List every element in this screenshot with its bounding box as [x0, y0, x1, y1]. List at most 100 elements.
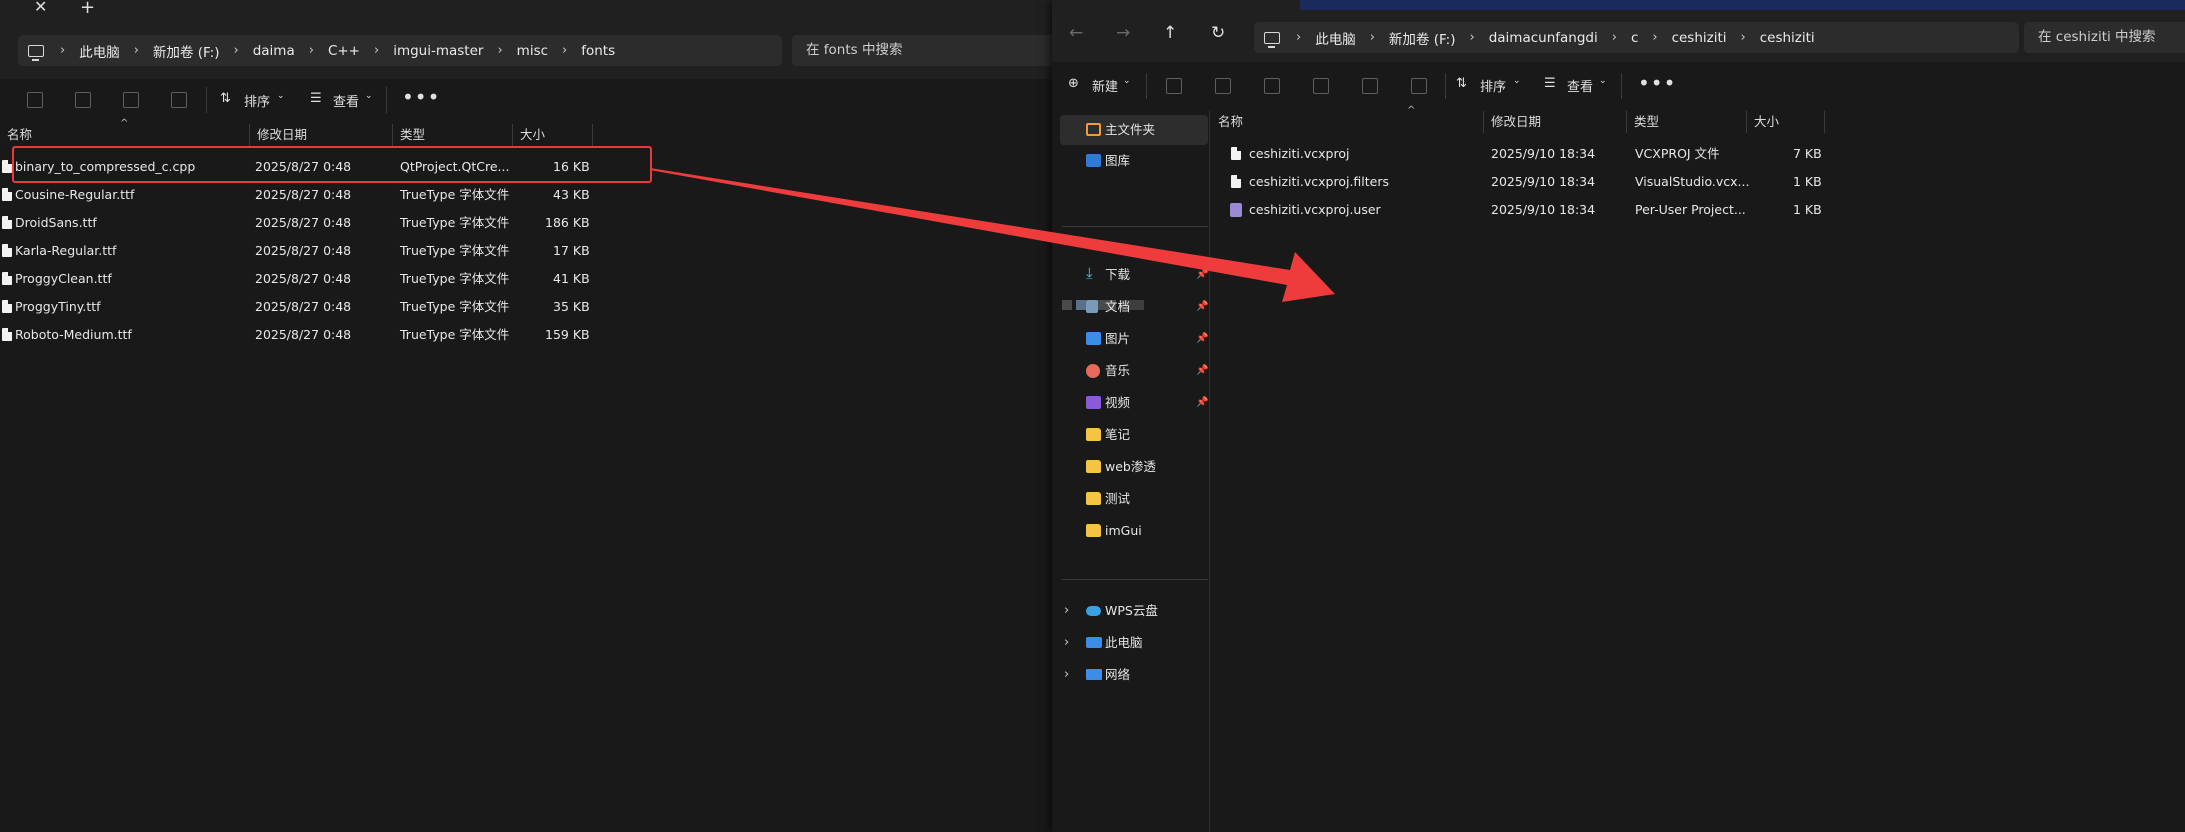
chevron-right-icon[interactable]: › — [374, 43, 379, 58]
file-row[interactable]: DroidSans.ttf 2025/8/27 0:48 TrueType 字体… — [0, 209, 600, 237]
chevron-down-icon[interactable]: ⌄ — [1123, 76, 1131, 86]
sidebar-item-folder[interactable]: 笔记 — [1052, 420, 1210, 450]
breadcrumb-item[interactable]: C++ — [328, 43, 360, 59]
delete-icon[interactable] — [171, 92, 187, 108]
view-icon[interactable]: ☰ — [310, 91, 322, 106]
chevron-right-icon[interactable]: › — [1741, 30, 1746, 45]
sidebar-item-folder[interactable]: imGui — [1052, 516, 1210, 546]
sidebar-item-this-pc[interactable]: › 此电脑 — [1052, 628, 1210, 658]
chevron-down-icon[interactable]: ⌄ — [365, 91, 373, 101]
breadcrumb-item[interactable]: misc — [517, 43, 548, 59]
view-button[interactable]: 查看 — [333, 91, 359, 110]
view-button[interactable]: 查看 — [1567, 76, 1593, 95]
breadcrumb-item[interactable]: imgui-master — [393, 43, 483, 59]
breadcrumb-item[interactable]: ceshiziti — [1760, 30, 1815, 46]
breadcrumb-item[interactable]: 新加卷 (F:) — [153, 41, 220, 61]
sidebar-item-network[interactable]: › 网络 — [1052, 660, 1210, 690]
column-date-modified[interactable]: 修改日期 — [250, 124, 393, 146]
sidebar-item-wps-cloud[interactable]: › WPS云盘 — [1052, 596, 1210, 626]
column-name[interactable]: 名称 — [1211, 111, 1484, 133]
sidebar-item-download[interactable]: ⤓ 下载 📌 — [1052, 260, 1210, 290]
breadcrumb-item[interactable]: ceshiziti — [1672, 30, 1727, 46]
chevron-right-icon[interactable]: › — [1296, 30, 1301, 45]
chevron-right-icon[interactable]: › — [234, 43, 239, 58]
delete-icon[interactable] — [1411, 78, 1427, 94]
breadcrumb-item[interactable]: daimacunfangdi — [1489, 30, 1598, 46]
chevron-right-icon[interactable]: › — [562, 43, 567, 58]
rename-icon[interactable] — [75, 92, 91, 108]
chevron-down-icon[interactable]: ⌄ — [1599, 76, 1607, 86]
rename-icon[interactable] — [1313, 78, 1329, 94]
sidebar-item-folder[interactable]: 测试 — [1052, 484, 1210, 514]
file-row[interactable]: Karla-Regular.ttf 2025/8/27 0:48 TrueTyp… — [0, 237, 600, 265]
chevron-right-icon[interactable]: › — [1470, 30, 1475, 45]
sidebar-item-pictures[interactable]: 图片 📌 — [1052, 324, 1210, 354]
window-tab[interactable] — [1052, 0, 1300, 10]
share-icon[interactable] — [123, 92, 139, 108]
chevron-right-icon[interactable]: › — [1064, 628, 1069, 658]
right-search-input[interactable]: 在 ceshiziti 中搜索 — [2024, 22, 2185, 53]
pin-icon[interactable]: 📌 — [1196, 292, 1208, 322]
column-date-modified[interactable]: 修改日期 — [1484, 111, 1627, 133]
more-options-button[interactable]: ••• — [402, 85, 440, 109]
sidebar-item-gallery[interactable]: 图库 — [1052, 146, 1210, 176]
new-tab-icon[interactable]: + — [80, 0, 95, 18]
breadcrumb-item[interactable]: 此电脑 — [1315, 28, 1356, 48]
file-row[interactable]: ProggyClean.ttf 2025/8/27 0:48 TrueType … — [0, 265, 600, 293]
copy-icon[interactable] — [1215, 78, 1231, 94]
chevron-right-icon[interactable]: › — [1064, 596, 1069, 626]
file-row[interactable]: ProggyTiny.ttf 2025/8/27 0:48 TrueType 字… — [0, 293, 600, 321]
right-address-bar[interactable]: › 此电脑 › 新加卷 (F:) › daimacunfangdi › c › … — [1254, 22, 2019, 53]
cut-icon[interactable] — [1166, 78, 1182, 94]
computer-icon[interactable] — [1264, 31, 1280, 48]
column-type[interactable]: 类型 — [1627, 111, 1747, 133]
breadcrumb-item[interactable]: 新加卷 (F:) — [1389, 28, 1456, 48]
chevron-right-icon[interactable]: › — [1370, 30, 1375, 45]
sidebar-item-music[interactable]: 音乐 📌 — [1052, 356, 1210, 386]
sidebar-item-home[interactable]: 主文件夹 — [1060, 115, 1208, 145]
sidebar-item-documents[interactable]: 文档 📌 — [1052, 292, 1210, 322]
column-name[interactable]: 名称 — [0, 124, 250, 146]
paste-icon[interactable] — [1264, 78, 1280, 94]
file-row[interactable]: ceshiziti.vcxproj.user 2025/9/10 18:34 P… — [1211, 196, 1831, 224]
paste-icon[interactable] — [27, 92, 43, 108]
close-tab-icon[interactable]: ✕ — [34, 0, 47, 16]
breadcrumb-item[interactable]: daima — [253, 43, 295, 59]
breadcrumb-item[interactable]: c — [1631, 30, 1638, 46]
new-button[interactable]: 新建 — [1092, 76, 1118, 95]
sort-button[interactable]: 排序 — [1480, 76, 1506, 95]
up-icon[interactable]: ↑ — [1163, 23, 1177, 43]
refresh-icon[interactable]: ↻ — [1211, 23, 1225, 43]
breadcrumb-item[interactable]: fonts — [581, 43, 615, 59]
view-icon[interactable]: ☰ — [1544, 76, 1556, 91]
back-icon[interactable]: ← — [1069, 23, 1083, 43]
file-row[interactable]: Roboto-Medium.ttf 2025/8/27 0:48 TrueTyp… — [0, 321, 600, 349]
chevron-down-icon[interactable]: ⌄ — [1513, 76, 1521, 86]
left-address-bar[interactable]: › 此电脑 › 新加卷 (F:) › daima › C++ › imgui-m… — [18, 35, 782, 66]
column-type[interactable]: 类型 — [393, 124, 513, 146]
file-row[interactable]: ceshiziti.vcxproj.filters 2025/9/10 18:3… — [1211, 168, 1831, 196]
column-size[interactable]: 大小 — [1747, 111, 1825, 133]
column-size[interactable]: 大小 — [513, 124, 593, 146]
chevron-down-icon[interactable]: ⌄ — [277, 91, 285, 101]
chevron-right-icon[interactable]: › — [1612, 30, 1617, 45]
chevron-right-icon[interactable]: › — [309, 43, 314, 58]
chevron-right-icon[interactable]: › — [1652, 30, 1657, 45]
sort-icon[interactable]: ⇅ — [220, 91, 231, 106]
forward-icon[interactable]: → — [1116, 23, 1130, 43]
pin-icon[interactable]: 📌 — [1196, 260, 1208, 290]
share-icon[interactable] — [1362, 78, 1378, 94]
pin-icon[interactable]: 📌 — [1196, 388, 1208, 418]
sidebar-item-folder[interactable]: web渗透 — [1052, 452, 1210, 482]
chevron-right-icon[interactable]: › — [134, 43, 139, 58]
computer-icon[interactable] — [28, 44, 44, 61]
sort-icon[interactable]: ⇅ — [1456, 76, 1467, 91]
sidebar-item-videos[interactable]: 视频 📌 — [1052, 388, 1210, 418]
sort-button[interactable]: 排序 — [244, 91, 270, 110]
new-icon[interactable]: ⊕ — [1068, 76, 1079, 91]
pin-icon[interactable]: 📌 — [1196, 324, 1208, 354]
window-tab-selected[interactable] — [1300, 0, 2185, 10]
more-options-button[interactable]: ••• — [1638, 71, 1676, 95]
breadcrumb-item[interactable]: 此电脑 — [79, 41, 120, 61]
chevron-right-icon[interactable]: › — [60, 43, 65, 58]
